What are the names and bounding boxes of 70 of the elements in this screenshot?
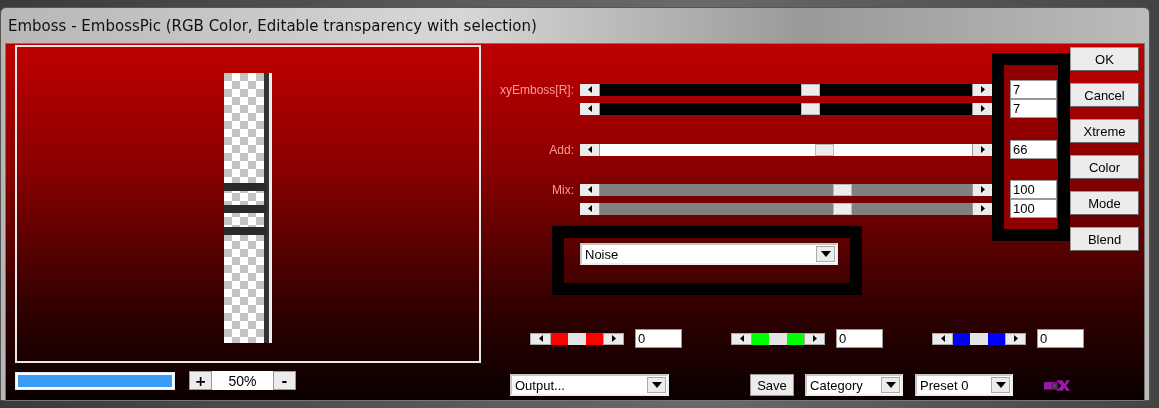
dialog-button[interactable]: Xtreme	[1070, 119, 1139, 143]
left-arrow-icon	[587, 105, 592, 112]
increase-button[interactable]	[972, 183, 992, 196]
slider-thumb[interactable]	[832, 183, 852, 196]
increase-button[interactable]	[972, 143, 992, 156]
decrease-button[interactable]	[580, 83, 600, 96]
right-arrow-icon	[1013, 335, 1018, 342]
slider-label: xyEmboss[R]:	[499, 82, 575, 97]
category-dropdown[interactable]: Category	[805, 374, 904, 396]
value-field[interactable]: 100	[1010, 180, 1057, 199]
zoom-in-button[interactable]: +	[189, 371, 212, 390]
slider-thumb[interactable]	[815, 143, 835, 156]
mode-dropdown[interactable]: Noise	[580, 243, 838, 265]
window-title: Emboss - EmbossPic (RGB Color, Editable transparency with selection)	[7, 15, 538, 37]
left-arrow-icon	[587, 186, 592, 193]
dialog-button[interactable]: Cancel	[1070, 83, 1139, 107]
preset-dropdown[interactable]: Preset 0	[915, 374, 1014, 396]
value-field[interactable]: 100	[1010, 199, 1057, 218]
increase-button[interactable]	[804, 332, 825, 345]
dropdown-arrow-icon	[651, 382, 662, 388]
left-arrow-icon	[587, 205, 592, 212]
dropdown-arrow-icon	[885, 382, 896, 388]
right-arrow-icon	[812, 335, 817, 342]
right-arrow-icon	[980, 205, 985, 212]
right-arrow-icon	[980, 146, 985, 153]
right-arrow-icon	[980, 186, 985, 193]
value-field[interactable]: 0	[1037, 329, 1084, 348]
dropdown-arrow-icon	[995, 382, 1006, 388]
dialog-button[interactable]: Color	[1070, 155, 1139, 179]
increase-button[interactable]	[603, 332, 624, 345]
decrease-button[interactable]	[580, 183, 600, 196]
save-button[interactable]: Save	[750, 374, 795, 396]
dialog-button[interactable]: Mode	[1070, 191, 1139, 215]
left-arrow-icon	[739, 335, 744, 342]
increase-button[interactable]	[972, 83, 992, 96]
left-arrow-icon	[538, 335, 543, 342]
left-arrow-icon	[940, 335, 945, 342]
left-arrow-icon	[587, 146, 592, 153]
slider-label: Mix:	[551, 182, 575, 197]
value-field[interactable]: 7	[1010, 80, 1057, 99]
increase-button[interactable]	[972, 102, 992, 115]
right-arrow-icon	[611, 335, 616, 342]
decrease-button[interactable]	[580, 202, 600, 215]
zoom-level: 50%	[212, 371, 273, 390]
dialog-button[interactable]: OK	[1070, 47, 1139, 71]
value-field[interactable]: 66	[1010, 140, 1057, 159]
value-field[interactable]: 0	[836, 329, 883, 348]
slider-thumb[interactable]	[832, 202, 852, 215]
right-arrow-icon	[980, 105, 985, 112]
decrease-button[interactable]	[580, 143, 600, 156]
dropdown-arrow-icon	[820, 251, 831, 257]
value-field[interactable]: 7	[1010, 99, 1057, 118]
slider-thumb[interactable]	[801, 83, 821, 96]
color-block	[988, 332, 1005, 345]
decrease-button[interactable]	[932, 332, 953, 345]
zoom-out-button[interactable]: -	[273, 371, 296, 390]
decrease-button[interactable]	[580, 102, 600, 115]
color-block	[787, 332, 804, 345]
right-arrow-icon	[980, 86, 985, 93]
decrease-button[interactable]	[530, 332, 551, 345]
dialog-button[interactable]: Blend	[1070, 227, 1139, 251]
slider-thumb[interactable]	[801, 102, 821, 115]
color-block	[586, 332, 603, 345]
value-field[interactable]: 0	[635, 329, 682, 348]
increase-button[interactable]	[972, 202, 992, 215]
increase-button[interactable]	[1005, 332, 1026, 345]
slider-label: Add:	[548, 142, 575, 157]
left-arrow-icon	[587, 86, 592, 93]
decrease-button[interactable]	[731, 332, 752, 345]
output-dropdown[interactable]: Output...	[510, 374, 669, 396]
